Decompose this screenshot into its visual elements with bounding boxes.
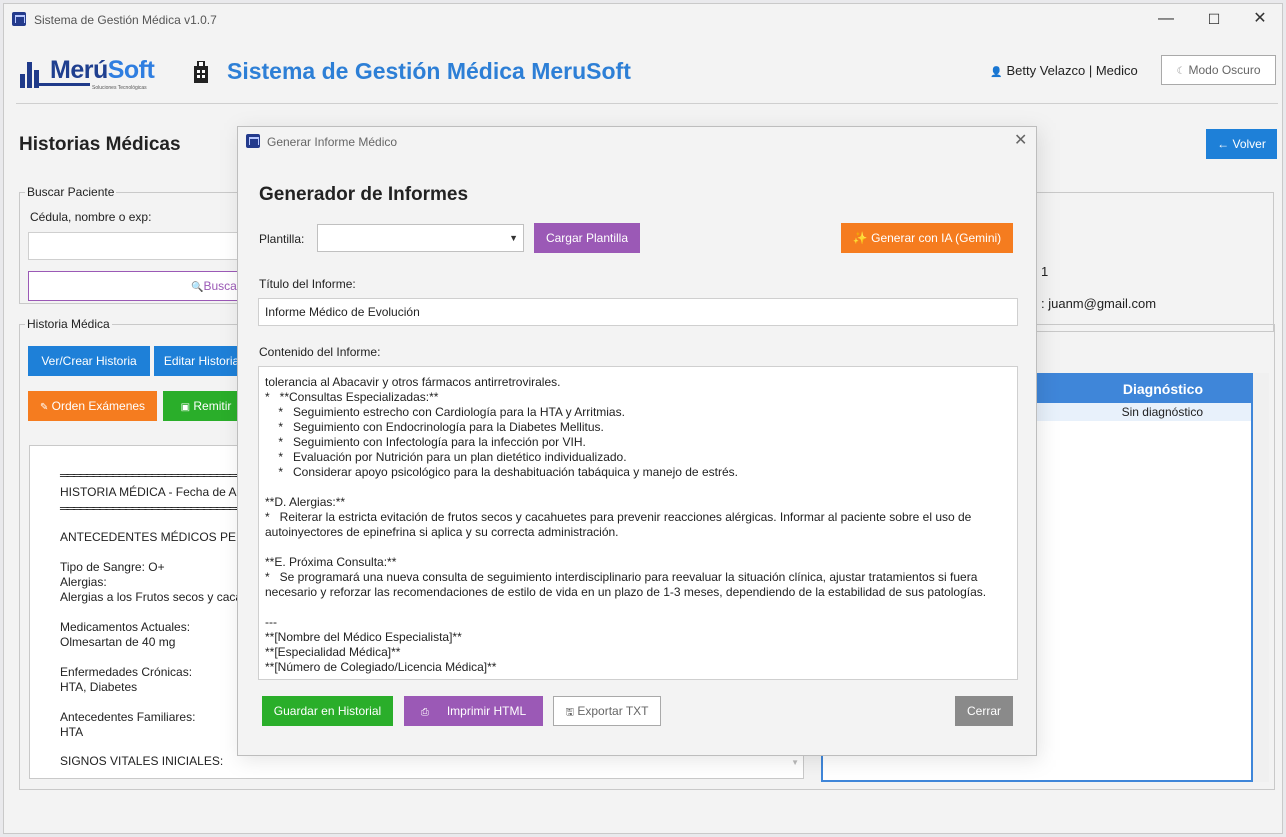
search-icon: 🔍 <box>191 282 204 293</box>
generate-ai-button[interactable]: ✨ Generar con IA (Gemini) <box>841 223 1013 253</box>
dark-mode-button[interactable]: ☾ Modo Oscuro <box>1161 55 1276 85</box>
table-scrollbar[interactable] <box>1253 373 1269 782</box>
search-patient-group: Buscar Paciente Cédula, nombre o exp: 🔍B… <box>19 185 254 304</box>
content-line: necesario y reforzar las recomendaciones… <box>265 585 987 599</box>
user-name-role: Betty Velazco | Medico <box>1006 63 1138 78</box>
print-html-button[interactable]: ⎙ Imprimir HTML <box>404 696 543 726</box>
title-bar: Sistema de Gestión Médica v1.0.7 — ☐ ✕ <box>4 4 1282 34</box>
content-line: * Seguimiento estrecho con Cardiología p… <box>265 405 625 419</box>
edit-history-button[interactable]: Editar Historia <box>154 346 249 376</box>
history-line: Medicamentos Actuales: <box>60 620 191 634</box>
template-label: Plantilla: <box>259 232 305 246</box>
report-content-label: Contenido del Informe: <box>259 345 381 359</box>
user-icon: 👤 <box>990 67 1003 78</box>
minimize-button[interactable]: — <box>1146 8 1186 30</box>
history-group-label: Historia Médica <box>25 317 112 331</box>
content-line: * Evaluación por Nutrición para un plan … <box>265 450 627 464</box>
merusoft-logo: MerúSoft Soluciones Tecnológicas <box>20 54 170 91</box>
save-history-button[interactable]: Guardar en Historial <box>262 696 393 726</box>
history-line: HISTORIA MÉDICA - Fecha de Ape <box>60 485 250 499</box>
report-generator-heading: Generador de Informes <box>259 184 469 205</box>
page-title: Historias Médicas <box>19 134 181 155</box>
history-line: Enfermedades Crónicas: <box>60 665 193 679</box>
content-line: **D. Alergias:** <box>265 495 346 509</box>
clipped-text-line <box>265 367 1005 371</box>
content-line: * Considerar apoyo psicológico para la d… <box>265 465 738 479</box>
chevron-down-icon: ▼ <box>509 233 518 243</box>
moon-icon: ☾ <box>1176 66 1186 77</box>
report-modal: Generar Informe Médico ✕ Generador de In… <box>237 126 1037 756</box>
view-create-history-button[interactable]: Ver/Crear Historia <box>28 346 150 376</box>
app-icon <box>12 12 26 26</box>
logo-text: MerúSoft <box>50 56 155 84</box>
content-line: * Se programará una nueva consulta de se… <box>265 570 978 584</box>
report-title-input[interactable]: Informe Médico de Evolución <box>258 298 1018 326</box>
header-divider <box>16 103 1278 104</box>
close-window-button[interactable]: ✕ <box>1240 8 1280 30</box>
pencil-icon: ✎ <box>39 402 49 413</box>
content-line: autoinyectores de epinefrina si aplica y… <box>265 525 619 539</box>
content-line: --- <box>265 615 277 629</box>
content-line: **[Nombre del Médico Especialista]** <box>265 630 462 644</box>
search-group-label: Buscar Paciente <box>25 185 117 199</box>
template-select[interactable]: ▼ <box>317 224 524 252</box>
report-content-textarea[interactable]: tolerancia al Abacavir y otros fármacos … <box>258 366 1018 680</box>
history-line: Tipo de Sangre: O+ <box>60 560 165 574</box>
patient-email: : juanm@gmail.com <box>1041 296 1157 311</box>
user-info: 👤 Betty Velazco | Medico <box>990 63 1138 78</box>
search-button[interactable]: 🔍Buscar <box>28 271 254 301</box>
modal-app-icon <box>246 134 260 148</box>
sparkle-icon: ✨ <box>852 231 868 245</box>
history-line: Olmesartan de 40 mg <box>60 635 176 649</box>
content-line: * Seguimiento con Endocrinología para la… <box>265 420 604 434</box>
printer-icon: ⎙ <box>420 707 429 718</box>
diagnosis-cell: Sin diagnóstico <box>1121 405 1203 419</box>
content-line: **E. Próxima Consulta:** <box>265 555 397 569</box>
search-field-label: Cédula, nombre o exp: <box>30 210 152 224</box>
header-title: Sistema de Gestión Médica MeruSoft <box>227 58 631 84</box>
order-exams-button[interactable]: ✎ Orden Exámenes <box>28 391 157 421</box>
content-line: tolerancia al Abacavir y otros fármacos … <box>265 375 561 389</box>
logo-subtitle: Soluciones Tecnológicas <box>92 85 147 91</box>
content-line: * Reiterar la estricta evitación de frut… <box>265 510 972 524</box>
history-line: SIGNOS VITALES INICIALES: <box>60 754 224 768</box>
modal-close-icon[interactable]: ✕ <box>1014 130 1027 150</box>
patient-info-line: 1 <box>1041 264 1049 279</box>
search-input[interactable] <box>28 232 254 260</box>
export-txt-button[interactable]: 🖫 Exportar TXT <box>553 696 661 726</box>
hospital-icon <box>194 61 208 83</box>
content-line: * Seguimiento con Infectología para la i… <box>265 435 586 449</box>
content-line: * **Consultas Especializadas:** <box>265 390 439 404</box>
window-title: Sistema de Gestión Médica v1.0.7 <box>34 13 217 27</box>
history-line: HTA, Diabetes <box>60 680 138 694</box>
history-line: HTA <box>60 725 84 739</box>
history-line: Alergias: <box>60 575 107 589</box>
modal-title: Generar Informe Médico <box>267 135 398 149</box>
load-template-button[interactable]: Cargar Plantilla <box>534 223 640 253</box>
history-line: Antecedentes Familiares: <box>60 710 196 724</box>
report-title-label: Título del Informe: <box>259 277 356 291</box>
refer-icon: ▣ <box>180 402 191 413</box>
diagnosis-column-header: Diagnóstico <box>1122 381 1203 397</box>
content-line: **[Especialidad Médica]** <box>265 645 401 659</box>
history-line: Alergias a los Frutos secos y cacahu <box>60 590 256 604</box>
back-button[interactable]: ← Volver <box>1206 129 1277 159</box>
close-modal-button[interactable]: Cerrar <box>955 696 1013 726</box>
content-line: **[Número de Colegiado/Licencia Médica]*… <box>265 660 497 674</box>
save-icon: 🖫 <box>565 707 575 718</box>
maximize-button[interactable]: ☐ <box>1194 8 1234 30</box>
